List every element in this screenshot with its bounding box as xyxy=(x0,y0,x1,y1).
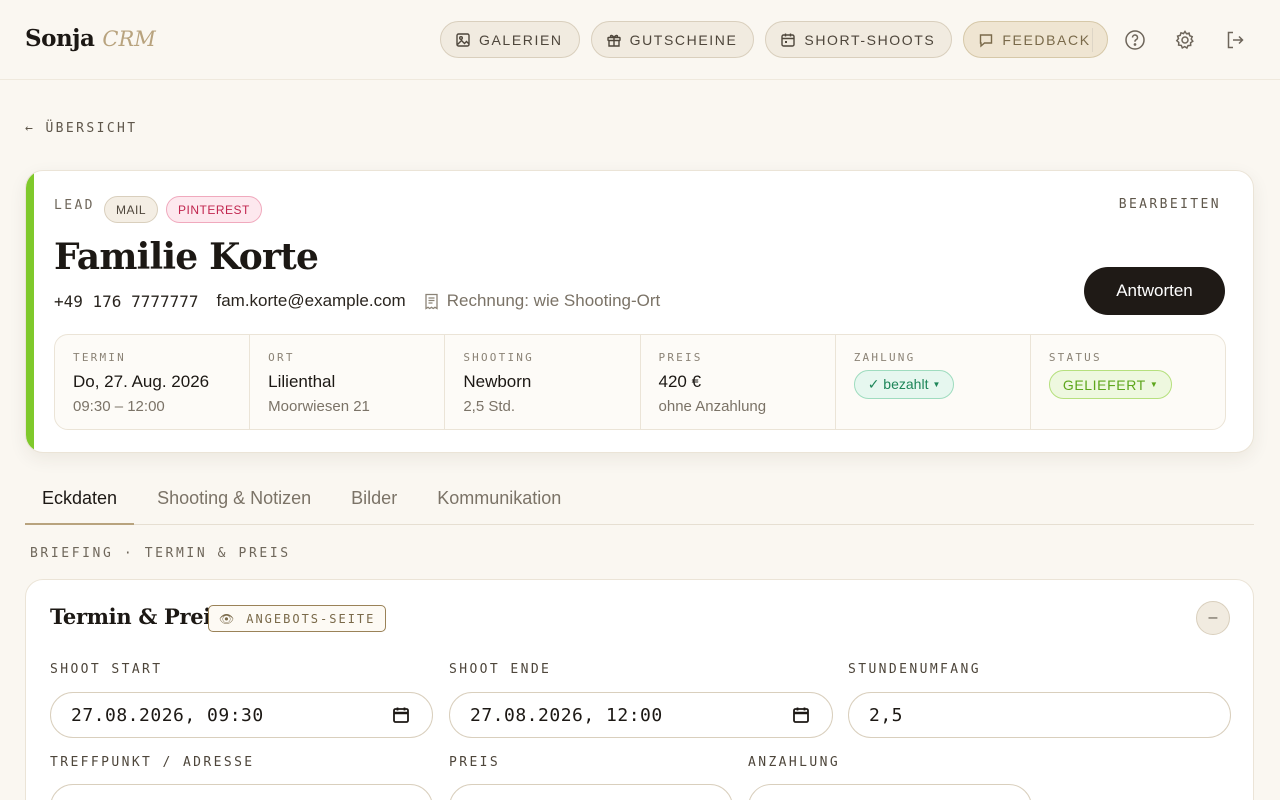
email-link[interactable]: fam.korte@example.com xyxy=(217,291,406,311)
tag-pinterest: PINTEREST xyxy=(166,196,262,223)
shoot-ende-label: SHOOT ENDE xyxy=(449,662,552,677)
nav-galerien-label: GALERIEN xyxy=(479,31,563,48)
fact-preis-value: 420 € xyxy=(658,372,702,391)
fact-termin-sub: 09:30 – 12:00 xyxy=(73,398,165,415)
treffpunkt-label: TREFFPUNKT / ADRESSE xyxy=(50,755,255,770)
fact-ort-value: Lilienthal xyxy=(268,372,336,391)
nav-gutscheine-button[interactable]: GUTSCHEINE xyxy=(590,21,755,58)
tab-bilder[interactable]: Bilder xyxy=(334,474,414,524)
help-icon[interactable] xyxy=(1124,29,1146,51)
billing-text: Rechnung: wie Shooting-Ort xyxy=(446,291,661,310)
treffpunkt-input[interactable] xyxy=(50,784,433,800)
logout-icon[interactable] xyxy=(1224,29,1246,51)
nav-short-shoots-button[interactable]: SHORT-SHOOTS xyxy=(765,21,953,58)
fact-shooting-label: SHOOTING xyxy=(463,351,534,364)
nav-feedback-button[interactable]: FEEDBACK xyxy=(963,21,1108,58)
fact-termin-label: TERMIN xyxy=(73,351,126,364)
nav-feedback-label: FEEDBACK xyxy=(1002,31,1091,48)
lead-type-label: LEAD xyxy=(54,198,95,213)
termin-preis-card: Termin & Preis 👁 ANGEBOTS-SEITE – SHOOT … xyxy=(25,579,1254,800)
lead-facts: TERMIN Do, 27. Aug. 2026 09:30 – 12:00 O… xyxy=(54,334,1226,430)
preis-input[interactable] xyxy=(449,784,733,800)
anzahlung-input[interactable] xyxy=(748,784,1032,800)
fact-termin-value: Do, 27. Aug. 2026 xyxy=(73,372,210,391)
lead-status-value: GELIEFERT xyxy=(1062,376,1146,393)
fact-preis: PREIS 420 € ohne Anzahlung xyxy=(641,335,836,429)
reply-button[interactable]: Antworten xyxy=(1084,267,1225,315)
nav-divider xyxy=(1092,28,1093,52)
receipt-icon xyxy=(425,293,438,310)
tab-shooting-notizen[interactable]: Shooting & Notizen xyxy=(140,474,328,524)
form-title: Termin & Preis xyxy=(50,604,223,629)
tab-kommunikation[interactable]: Kommunikation xyxy=(420,474,578,524)
calendar-picker-icon[interactable] xyxy=(392,706,410,724)
tab-eckdaten[interactable]: Eckdaten xyxy=(25,474,135,525)
logo[interactable]: Sonja CRM xyxy=(25,25,156,52)
stundenumfang-input[interactable]: 2,5 xyxy=(848,692,1231,738)
shoot-ende-value: 27.08.2026, 12:00 xyxy=(470,704,663,726)
fact-preis-sub: ohne Anzahlung xyxy=(658,398,767,415)
fact-zahlung: ZAHLUNG ✓ bezahlt ▼ xyxy=(836,335,1031,429)
edit-button[interactable]: BEARBEITEN xyxy=(1119,197,1221,212)
main-nav: GALERIEN GUTSCHEINE SHORT-SHOOTS FEEDBAC… xyxy=(440,21,1108,58)
fact-shooting-value: Newborn xyxy=(463,372,532,391)
shoot-start-label: SHOOT START xyxy=(50,662,163,677)
image-icon xyxy=(456,32,470,47)
lead-card: LEAD MAIL PINTEREST BEARBEITEN Familie K… xyxy=(25,170,1254,453)
chat-icon xyxy=(980,33,993,48)
back-link[interactable]: ← ÜBERSICHT xyxy=(25,121,138,136)
stundenumfang-label: STUNDENUMFANG xyxy=(848,662,981,677)
detail-tabs: Eckdaten Shooting & Notizen Bilder Kommu… xyxy=(25,474,1254,525)
nav-gutscheine-label: GUTSCHEINE xyxy=(629,31,738,48)
calendar-picker-icon[interactable] xyxy=(792,706,810,724)
tag-mail: MAIL xyxy=(104,196,159,223)
fact-status: STATUS GELIEFERT ▼ xyxy=(1031,335,1225,429)
logo-main: Sonja xyxy=(25,25,95,52)
settings-gear-icon[interactable] xyxy=(1174,29,1196,51)
offer-page-tag[interactable]: 👁 ANGEBOTS-SEITE xyxy=(208,605,387,632)
lead-status-accent xyxy=(26,171,34,452)
anzahlung-label: ANZAHLUNG xyxy=(748,755,841,770)
phone-link[interactable]: +49 176 7777777 xyxy=(54,292,199,311)
preis-label: PREIS xyxy=(449,755,501,770)
lead-name: Familie Korte xyxy=(54,236,319,278)
billing-info: Rechnung: wie Shooting-Ort xyxy=(424,291,661,311)
contact-row: +49 176 7777777 fam.korte@example.com Re… xyxy=(54,291,660,311)
payment-status-value: ✓ bezahlt xyxy=(867,376,929,392)
nav-galerien-button[interactable]: GALERIEN xyxy=(440,21,580,58)
fact-status-label: STATUS xyxy=(1048,351,1102,364)
collapse-button[interactable]: – xyxy=(1196,601,1230,635)
logo-sub: CRM xyxy=(102,27,156,51)
fact-shooting: SHOOTING Newborn 2,5 Std. xyxy=(445,335,641,429)
section-kicker: BRIEFING · TERMIN & PREIS xyxy=(30,546,291,561)
offer-page-label: ANGEBOTS-SEITE xyxy=(246,611,376,626)
nav-short-shoots-label: SHORT-SHOOTS xyxy=(804,31,936,48)
lead-status-dropdown[interactable]: GELIEFERT ▼ xyxy=(1048,370,1173,399)
caret-down-icon: ▼ xyxy=(932,380,941,389)
fact-zahlung-label: ZAHLUNG xyxy=(853,351,916,364)
fact-termin: TERMIN Do, 27. Aug. 2026 09:30 – 12:00 xyxy=(55,335,251,429)
eye-icon: 👁 xyxy=(219,611,237,626)
calendar-icon xyxy=(781,33,796,47)
fact-ort-sub: Moorwiesen 21 xyxy=(268,398,370,415)
fact-preis-label: PREIS xyxy=(658,351,703,364)
fact-shooting-sub: 2,5 Std. xyxy=(463,398,516,415)
top-bar: Sonja CRM GALERIEN GUTSCHEINE SHORT-SHOO… xyxy=(0,0,1280,80)
caret-down-icon: ▼ xyxy=(1149,380,1159,389)
shoot-ende-input[interactable]: 27.08.2026, 12:00 xyxy=(449,692,833,738)
stundenumfang-value: 2,5 xyxy=(869,704,904,726)
payment-status-dropdown[interactable]: ✓ bezahlt ▼ xyxy=(853,370,955,399)
shoot-start-input[interactable]: 27.08.2026, 09:30 xyxy=(50,692,433,738)
shoot-start-value: 27.08.2026, 09:30 xyxy=(71,704,264,726)
fact-ort-label: ORT xyxy=(268,351,295,364)
gift-icon xyxy=(606,34,621,47)
fact-ort: ORT Lilienthal Moorwiesen 21 xyxy=(250,335,446,429)
